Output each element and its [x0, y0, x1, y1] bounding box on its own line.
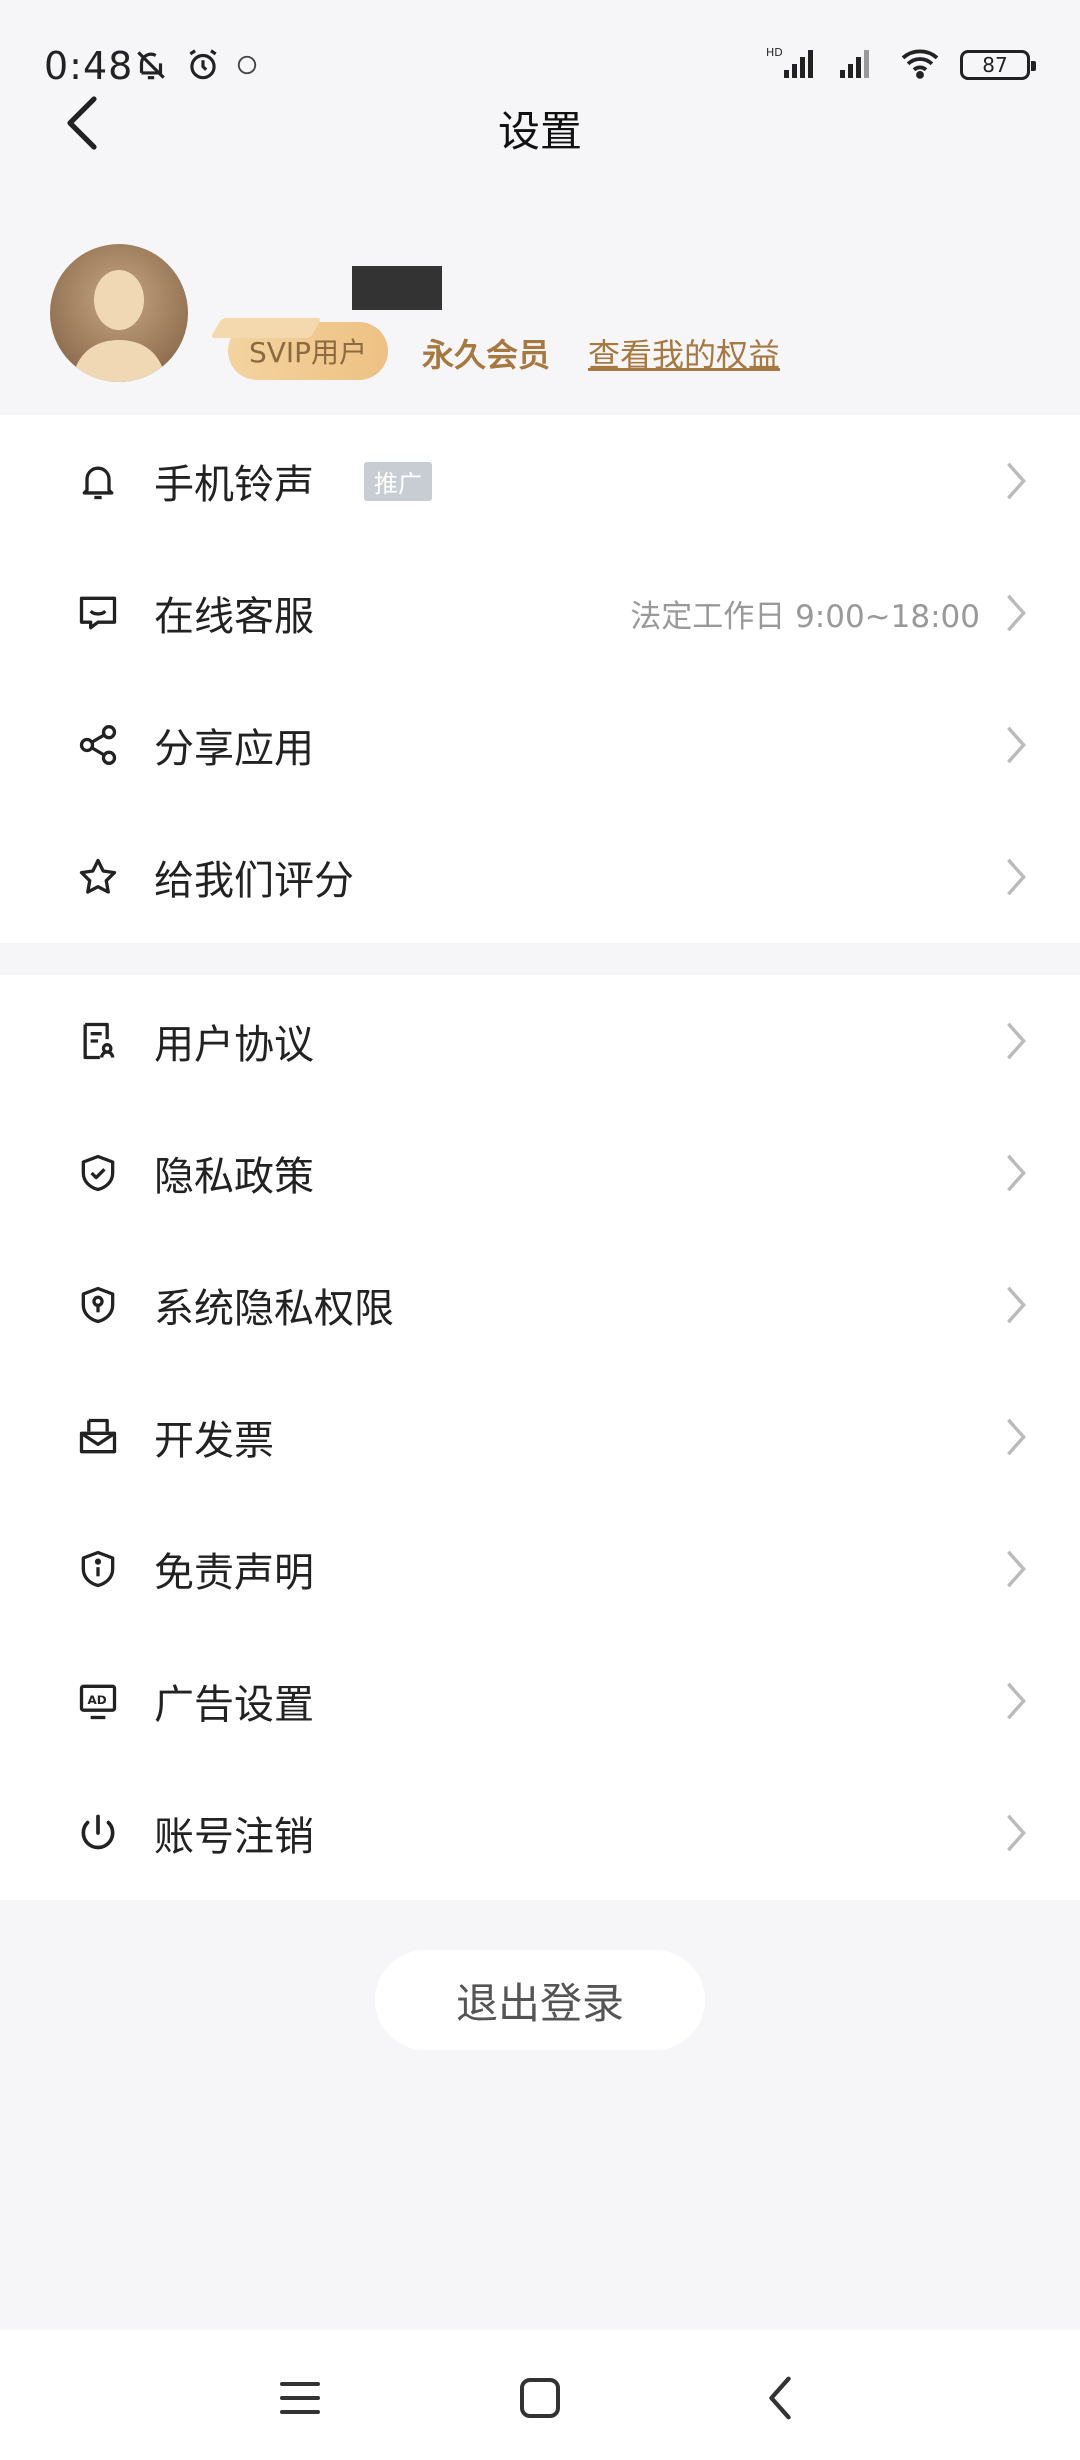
menu-item-label: 免责声明 [154, 1550, 314, 1596]
chevron-right-icon [1004, 457, 1034, 505]
invoice-icon [74, 1413, 122, 1461]
menu-item-label: 广告设置 [154, 1682, 314, 1728]
menu-item-label: 在线客服 [154, 594, 314, 640]
menu-item-label: 手机铃声 [154, 462, 314, 508]
status-time: 0:48 [44, 44, 134, 88]
chevron-right-icon [1004, 853, 1034, 901]
menu-item-label: 给我们评分 [154, 858, 354, 904]
signal-hd-icon: HD [766, 46, 816, 84]
system-nav-bar [0, 2330, 1080, 2460]
menu-group-2: 用户协议 隐私政策 系统隐私权限 开发票 免责声明 AD 广告设置 账号注销 [0, 975, 1080, 1900]
chevron-right-icon [1004, 1413, 1034, 1461]
member-level: 永久会员 [422, 336, 551, 374]
menu-lines-icon [280, 2382, 320, 2414]
menu-item-disclaimer[interactable]: 免责声明 [0, 1503, 1080, 1635]
page-title: 设置 [497, 107, 582, 156]
chevron-right-icon [1004, 1281, 1034, 1329]
logout-button[interactable]: 退出登录 [375, 1950, 705, 2050]
menu-item-delete-account[interactable]: 账号注销 [0, 1767, 1080, 1899]
service-hours: 法定工作日 9:00~18:00 [630, 598, 980, 635]
svg-text:AD: AD [88, 1693, 107, 1707]
alarm-icon [184, 46, 222, 88]
menu-item-privacy-policy[interactable]: 隐私政策 [0, 1107, 1080, 1239]
battery-icon: 87 [960, 50, 1036, 80]
profile-card: SVIP用户 永久会员 查看我的权益 [0, 230, 1080, 415]
shield-info-icon [74, 1545, 122, 1593]
menu-item-ringtone[interactable]: 手机铃声 推广 [0, 415, 1080, 547]
menu-item-label: 系统隐私权限 [154, 1286, 394, 1332]
promo-tag: 推广 [364, 461, 432, 501]
system-back-button[interactable] [740, 2358, 820, 2438]
chevron-right-icon [1004, 721, 1034, 769]
menu-item-label: 分享应用 [154, 726, 314, 772]
menu-item-label: 用户协议 [154, 1022, 314, 1068]
star-icon [74, 853, 122, 901]
chat-icon [74, 589, 122, 637]
shield-key-icon [74, 1281, 122, 1329]
power-icon [74, 1809, 122, 1857]
chevron-right-icon [1004, 1017, 1034, 1065]
bell-icon [74, 457, 122, 505]
menu-item-share-app[interactable]: 分享应用 [0, 679, 1080, 811]
menu-group-1: 手机铃声 推广 在线客服 法定工作日 9:00~18:00 分享应用 给我们评分 [0, 415, 1080, 943]
menu-item-rate-us[interactable]: 给我们评分 [0, 811, 1080, 943]
menu-item-invoice[interactable]: 开发票 [0, 1371, 1080, 1503]
menu-item-ad-settings[interactable]: AD 广告设置 [0, 1635, 1080, 1767]
chevron-right-icon [1004, 589, 1034, 637]
ad-icon: AD [74, 1677, 122, 1725]
menu-item-user-agreement[interactable]: 用户协议 [0, 975, 1080, 1107]
menu-item-customer-service[interactable]: 在线客服 法定工作日 9:00~18:00 [0, 547, 1080, 679]
home-square-icon [520, 2378, 560, 2418]
mute-bell-icon [132, 46, 170, 88]
svg-text:HD: HD [766, 46, 783, 59]
shield-check-icon [74, 1149, 122, 1197]
menu-item-system-privacy-permissions[interactable]: 系统隐私权限 [0, 1239, 1080, 1371]
home-button[interactable] [500, 2358, 580, 2438]
chevron-right-icon [1004, 1677, 1034, 1725]
avatar[interactable] [50, 244, 188, 382]
wifi-icon [898, 46, 942, 84]
menu-item-label: 开发票 [154, 1418, 274, 1464]
app-notification-icon [236, 54, 258, 80]
chevron-right-icon [1004, 1545, 1034, 1593]
chevron-right-icon [1004, 1149, 1034, 1197]
document-user-icon [74, 1017, 122, 1065]
user-name-redacted [352, 266, 442, 310]
menu-item-label: 账号注销 [154, 1814, 314, 1860]
signal-icon [834, 46, 880, 84]
share-icon [74, 721, 122, 769]
back-chevron-icon [769, 2376, 791, 2420]
recent-apps-button[interactable] [260, 2358, 340, 2438]
svip-badge: SVIP用户 [228, 322, 388, 380]
chevron-right-icon [1004, 1809, 1034, 1857]
menu-item-label: 隐私政策 [154, 1154, 314, 1200]
user-silhouette-icon [72, 270, 166, 382]
view-benefits-link[interactable]: 查看我的权益 [588, 330, 780, 376]
